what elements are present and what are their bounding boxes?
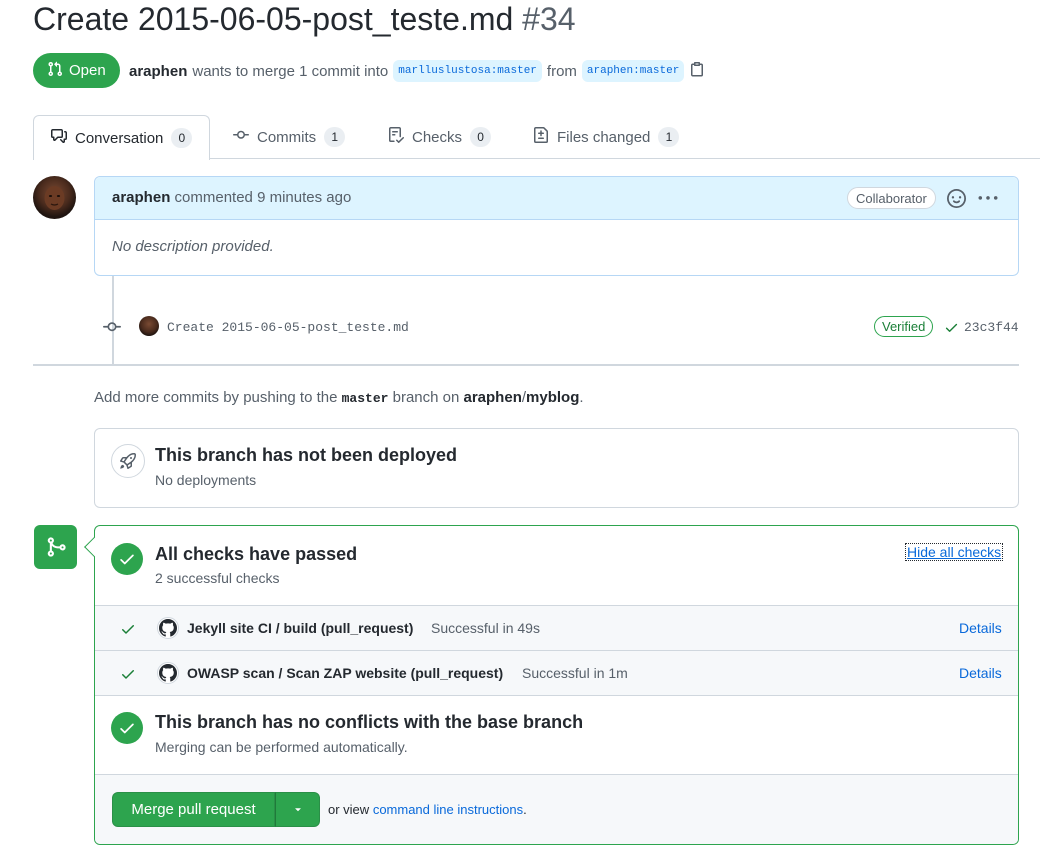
merge-alternative: or view command line instructions. bbox=[328, 802, 527, 817]
github-icon bbox=[157, 617, 179, 639]
git-commit-icon bbox=[233, 127, 249, 147]
pr-number: #34 bbox=[522, 1, 576, 37]
tab-counter: 1 bbox=[658, 127, 680, 147]
pr-title-text: Create 2015-06-05-post_teste.md bbox=[33, 1, 514, 37]
check-circle-icon bbox=[111, 712, 143, 744]
merge-method-dropdown[interactable] bbox=[275, 792, 320, 827]
avatar[interactable] bbox=[33, 176, 76, 219]
merge-alt-suffix: . bbox=[523, 802, 527, 817]
avatar[interactable] bbox=[139, 316, 159, 336]
merge-pull-request-button[interactable]: Merge pull request bbox=[112, 792, 275, 827]
commit-sha-link[interactable]: 23c3f44 bbox=[964, 320, 1019, 335]
check-circle-icon bbox=[111, 543, 143, 575]
tab-label: Conversation bbox=[75, 129, 164, 147]
from-label: from bbox=[546, 62, 577, 80]
verified-badge[interactable]: Verified bbox=[874, 316, 934, 337]
push-hint: Add more commits by pushing to the maste… bbox=[94, 389, 584, 406]
tab-checks[interactable]: Checks 0 bbox=[371, 115, 508, 159]
merge-box: All checks have passed 2 successful chec… bbox=[94, 525, 1019, 845]
collaborator-badge: Collaborator bbox=[847, 187, 936, 209]
rocket-icon bbox=[111, 444, 145, 478]
page-title: Create 2015-06-05-post_teste.md #34 bbox=[33, 0, 576, 38]
comment-discussion-icon bbox=[51, 128, 67, 148]
hide-all-checks-button[interactable]: Hide all checks bbox=[905, 543, 1004, 561]
smiley-icon[interactable] bbox=[947, 189, 966, 211]
deployment-box: This branch has not been deployed No dep… bbox=[94, 428, 1019, 508]
repo-name-link[interactable]: myblog bbox=[526, 389, 579, 406]
comment-card: araphen commented 9 minutes ago Collabor… bbox=[94, 176, 1019, 276]
pr-author-link[interactable]: araphen bbox=[129, 63, 187, 80]
merge-description: wants to merge 1 commit into bbox=[192, 62, 389, 80]
conflict-status: This branch has no conflicts with the ba… bbox=[95, 695, 1018, 774]
tab-label: Commits bbox=[257, 128, 317, 146]
checks-title: All checks have passed bbox=[155, 544, 358, 564]
tab-counter: 1 bbox=[324, 127, 346, 147]
check-icon bbox=[120, 666, 136, 685]
merge-alt-prefix: or view bbox=[328, 802, 370, 817]
deploy-title: This branch has not been deployed bbox=[155, 445, 458, 465]
head-branch[interactable]: araphen:master bbox=[581, 60, 685, 82]
copy-icon[interactable] bbox=[689, 61, 705, 81]
check-status: Successful in 1m bbox=[522, 665, 628, 681]
push-hint-middle: branch on bbox=[392, 389, 460, 406]
merge-actions: Merge pull request or view command line … bbox=[95, 774, 1018, 844]
file-diff-icon bbox=[533, 127, 549, 147]
repo-owner-link[interactable]: araphen bbox=[464, 389, 522, 406]
pr-meta: araphen wants to merge 1 commit into mar… bbox=[129, 60, 705, 82]
tab-conversation[interactable]: Conversation 0 bbox=[33, 115, 211, 160]
check-icon[interactable] bbox=[944, 320, 959, 338]
kebab-horizontal-icon[interactable] bbox=[978, 189, 998, 211]
checklist-icon bbox=[388, 127, 405, 147]
conflict-title: This branch has no conflicts with the ba… bbox=[155, 712, 584, 732]
tab-commits[interactable]: Commits 1 bbox=[216, 115, 362, 159]
comment-header: araphen commented 9 minutes ago Collabor… bbox=[95, 177, 1018, 220]
github-icon bbox=[157, 662, 179, 684]
commit-message-link[interactable]: Create 2015-06-05-post_teste.md bbox=[167, 320, 409, 335]
tab-files-changed[interactable]: Files changed 1 bbox=[516, 115, 696, 159]
command-line-instructions-link[interactable]: command line instructions bbox=[373, 802, 523, 817]
status-badge: Open bbox=[33, 53, 120, 88]
checks-subtitle: 2 successful checks bbox=[155, 570, 280, 586]
deploy-subtitle: No deployments bbox=[155, 472, 257, 488]
triangle-down-icon bbox=[292, 802, 304, 818]
tab-label: Files changed bbox=[557, 128, 651, 146]
tab-label: Checks bbox=[412, 128, 463, 146]
push-hint-prefix: Add more commits by pushing to the bbox=[94, 389, 338, 406]
timeline-divider bbox=[33, 364, 1019, 366]
comment-timestamp[interactable]: commented 9 minutes ago bbox=[175, 189, 352, 206]
check-name: Jekyll site CI / build (pull_request) bbox=[187, 620, 414, 636]
check-row: Jekyll site CI / build (pull_request) Su… bbox=[95, 605, 1018, 650]
push-hint-suffix: . bbox=[579, 389, 584, 406]
comment-body: No description provided. bbox=[112, 238, 274, 255]
check-details-link[interactable]: Details bbox=[959, 620, 1002, 636]
tab-counter: 0 bbox=[470, 127, 492, 147]
status-label: Open bbox=[69, 62, 106, 79]
git-commit-icon bbox=[103, 318, 121, 339]
git-merge-icon bbox=[34, 525, 77, 569]
check-name: OWASP scan / Scan ZAP website (pull_requ… bbox=[187, 665, 504, 681]
check-details-link[interactable]: Details bbox=[959, 665, 1002, 681]
pull-request-icon bbox=[47, 61, 63, 81]
comment-author-link[interactable]: araphen bbox=[112, 189, 170, 206]
check-row: OWASP scan / Scan ZAP website (pull_requ… bbox=[95, 650, 1018, 695]
tab-counter: 0 bbox=[171, 128, 193, 148]
conflict-subtitle: Merging can be performed automatically. bbox=[155, 739, 408, 755]
check-icon bbox=[120, 621, 136, 640]
check-status: Successful in 49s bbox=[431, 620, 540, 636]
push-hint-branch: master bbox=[341, 391, 389, 406]
base-branch[interactable]: marlluslustosa:master bbox=[393, 60, 542, 82]
comment-meta: araphen commented 9 minutes ago bbox=[112, 189, 351, 206]
